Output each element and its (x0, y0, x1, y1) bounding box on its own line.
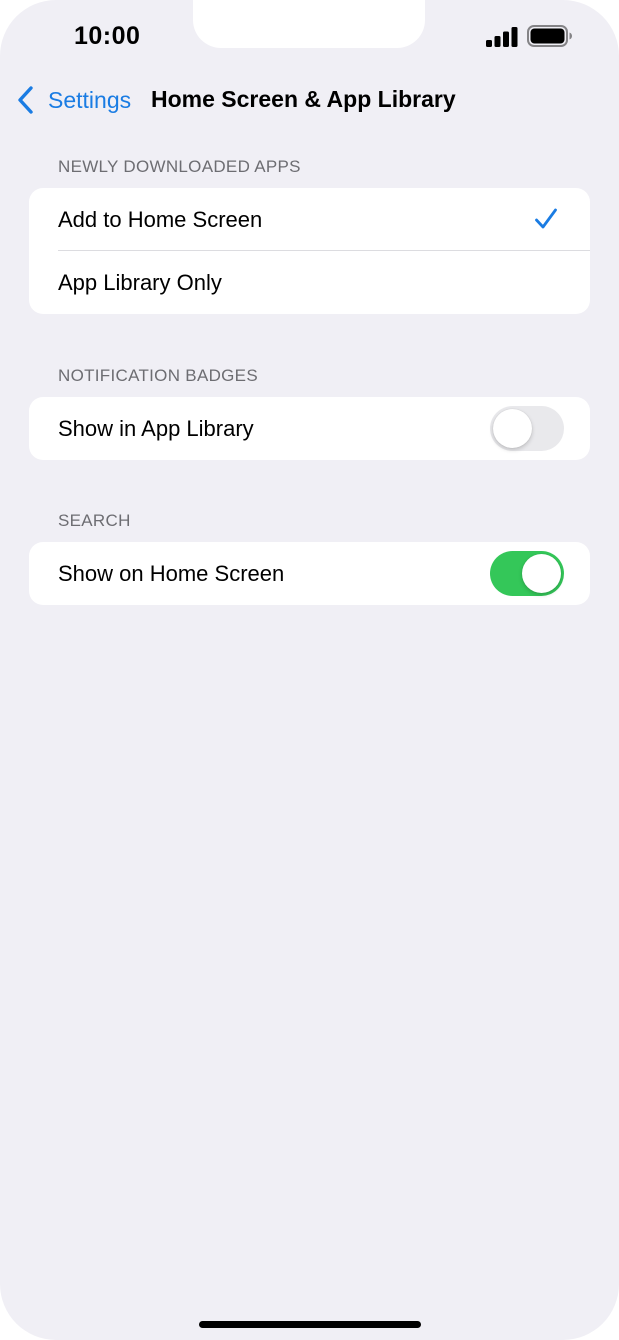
section-header-notification-badges: NOTIFICATION BADGES (58, 366, 258, 385)
row-label: Show in App Library (58, 415, 254, 441)
checkmark-icon (535, 208, 557, 229)
status-time: 10:00 (74, 22, 141, 50)
option-add-to-home-screen[interactable]: Add to Home Screen (29, 188, 590, 251)
notification-badges-group: Show in App Library (29, 397, 590, 460)
battery-full-icon (527, 25, 572, 47)
show-in-app-library-toggle[interactable] (490, 406, 564, 451)
section-header-search: SEARCH (58, 511, 131, 530)
show-on-home-screen-row: Show on Home Screen (29, 542, 590, 605)
back-button-label: Settings (48, 86, 132, 113)
chevron-left-icon (18, 86, 33, 114)
phone-screen: 10:00 Settings Home Screen & App Library… (0, 0, 619, 1340)
device-notch (193, 0, 425, 48)
show-in-app-library-row: Show in App Library (29, 397, 590, 460)
option-label: Add to Home Screen (58, 206, 263, 232)
section-header-newly-downloaded: NEWLY DOWNLOADED APPS (58, 157, 301, 176)
page-title: Home Screen & App Library (151, 86, 456, 112)
search-group: Show on Home Screen (29, 542, 590, 605)
toggle-knob (493, 409, 532, 448)
home-indicator[interactable] (199, 1321, 421, 1328)
back-button[interactable]: Settings (16, 84, 131, 116)
option-app-library-only[interactable]: App Library Only (29, 251, 590, 314)
show-on-home-screen-toggle[interactable] (490, 551, 564, 596)
newly-downloaded-group: Add to Home Screen App Library Only (29, 188, 590, 314)
toggle-knob (522, 554, 561, 593)
cellular-signal-icon (486, 27, 518, 47)
option-label: App Library Only (58, 269, 222, 295)
row-label: Show on Home Screen (58, 560, 285, 586)
